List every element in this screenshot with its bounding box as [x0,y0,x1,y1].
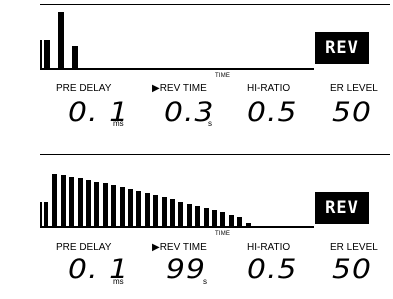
er-level-value: 50 [332,254,372,285]
hi-ratio-label: HI-RATIO [247,83,291,94]
top-rule [40,4,390,5]
er-level-label: ER LEVEL [330,242,378,253]
envelope-bar [128,189,133,226]
er-level-label: ER LEVEL [330,83,378,94]
rev-time-value: 0.3 [164,97,215,128]
time-axis-label: TIME [215,73,231,79]
pre-delay-label: PRE DELAY [56,83,112,94]
envelope-x-axis [40,68,314,70]
envelope-bar [111,185,117,226]
envelope-bar [203,208,209,226]
pre-delay-unit: ms [113,119,124,128]
time-axis-label: TIME [215,231,231,237]
rev-mode-badge: REV [315,192,369,224]
hi-ratio-value: 0.5 [247,97,298,128]
rev-time-label: ▶REV TIME [152,242,207,253]
envelope-bar [136,191,142,226]
envelope-bar [44,40,50,68]
rev-mode-badge: REV [315,32,369,64]
envelope-bar [237,217,243,226]
envelope-bar [212,210,217,226]
envelope-bar [52,174,58,226]
reverb-display-1: TIME REV PRE DELAY ▶REV TIME HI-RATIO ER… [0,0,393,140]
rev-time-value: 99 [166,254,206,285]
envelope-bar [60,175,66,226]
envelope-bar [195,206,201,226]
envelope-bar [86,180,91,226]
top-rule [40,154,390,155]
envelope-bar [153,195,159,226]
envelope-bar [58,12,64,68]
envelope-y-axis [40,202,42,228]
envelope-bar [44,202,48,226]
envelope-bar [119,187,125,226]
envelope-bar [94,182,100,226]
rev-time-unit: s [208,119,212,128]
envelope-bar [178,202,184,226]
rev-time-unit: s [203,277,207,286]
envelope-bar [170,199,175,226]
envelope-bar [77,178,83,226]
rev-time-label: ▶REV TIME [152,83,207,94]
reverb-display-2: TIME REV PRE DELAY ▶REV TIME HI-RATIO ER… [0,150,393,290]
pre-delay-unit: ms [113,277,124,286]
envelope-bar [161,197,167,226]
envelope-bar [220,212,226,226]
envelope-x-axis [40,226,314,228]
pre-delay-label: PRE DELAY [56,242,112,253]
hi-ratio-value: 0.5 [247,254,298,285]
envelope-y-axis [40,40,42,70]
envelope-bar [186,204,192,226]
envelope-bar [102,183,108,226]
envelope-bar [228,215,234,226]
hi-ratio-label: HI-RATIO [247,242,291,253]
envelope-bar [69,177,75,226]
envelope-bar [72,46,78,68]
er-level-value: 50 [332,97,372,128]
envelope-bar [144,193,150,226]
envelope-bar [245,223,251,226]
